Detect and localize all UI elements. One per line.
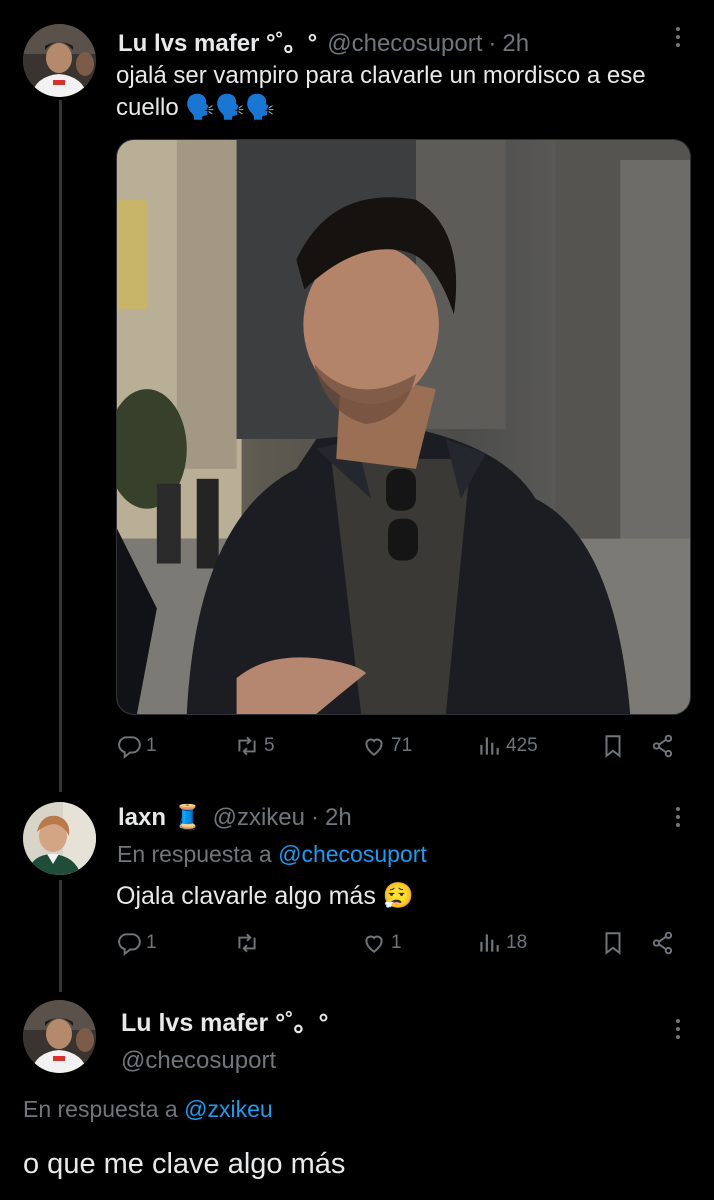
retweet-icon bbox=[238, 736, 256, 756]
tweet-actions: 1 1 18 bbox=[116, 930, 681, 960]
share-button[interactable] bbox=[650, 733, 676, 759]
like-icon bbox=[365, 738, 383, 756]
retweet-button[interactable]: 5 bbox=[234, 733, 275, 759]
display-name[interactable]: Lu lvs mafer °˚。° bbox=[118, 23, 317, 58]
share-icon bbox=[652, 931, 673, 955]
tweet-text: o que me clave algo más bbox=[23, 1148, 346, 1180]
views-icon bbox=[480, 737, 499, 755]
views-button[interactable]: 425 bbox=[476, 733, 538, 759]
reply-count: 1 bbox=[146, 735, 157, 756]
tweet-actions: 1 5 71 425 bbox=[116, 733, 681, 763]
reply-prefix: En respuesta a bbox=[23, 1096, 178, 1122]
timestamp[interactable]: 2h bbox=[325, 804, 352, 832]
reply-count: 1 bbox=[146, 932, 157, 953]
views-count: 425 bbox=[506, 735, 538, 756]
separator-dot: · bbox=[488, 30, 497, 57]
avatar[interactable] bbox=[23, 24, 96, 97]
like-count: 1 bbox=[391, 932, 402, 953]
author-block: Lu lvs mafer °˚。° @checosuport bbox=[121, 1003, 329, 1075]
avatar-image bbox=[23, 802, 96, 875]
reply-icon bbox=[118, 933, 141, 956]
bookmark-icon bbox=[605, 932, 621, 955]
more-icon[interactable] bbox=[668, 22, 688, 52]
avatar[interactable] bbox=[23, 802, 96, 875]
reply-context: En respuesta a @checosuport bbox=[117, 841, 427, 868]
avatar[interactable] bbox=[23, 1000, 96, 1073]
tweet-text: Ojala clavarle algo más 😮‍💨 bbox=[116, 882, 414, 910]
display-name[interactable]: Lu lvs mafer °˚。° bbox=[121, 1003, 329, 1039]
photo-image bbox=[117, 140, 690, 714]
like-button[interactable]: 71 bbox=[361, 733, 412, 759]
username[interactable]: @checosuport bbox=[327, 30, 482, 58]
like-button[interactable]: 1 bbox=[361, 930, 402, 956]
reply-icon bbox=[118, 736, 141, 759]
tweet-header: Lu lvs mafer °˚。° @checosuport · 2h bbox=[118, 23, 529, 58]
bookmark-button[interactable] bbox=[600, 733, 626, 759]
like-count: 71 bbox=[391, 735, 413, 756]
reply-to-link[interactable]: @zxikeu bbox=[184, 1096, 273, 1122]
more-icon[interactable] bbox=[668, 802, 688, 832]
thread-line bbox=[59, 880, 62, 992]
avatar-image bbox=[23, 1000, 96, 1073]
like-icon bbox=[365, 935, 383, 953]
username[interactable]: @zxikeu bbox=[213, 804, 305, 832]
retweet-icon bbox=[238, 933, 256, 953]
reply-prefix: En respuesta a bbox=[117, 841, 272, 867]
retweet-count: 5 bbox=[264, 735, 275, 756]
views-count: 18 bbox=[506, 932, 528, 953]
username[interactable]: @checosuport bbox=[121, 1047, 329, 1075]
separator-dot: · bbox=[310, 804, 319, 831]
tweet-header: laxn 🧵 @zxikeu · 2h bbox=[118, 803, 352, 832]
tweet-text: ojalá ser vampiro para clavarle un mordi… bbox=[116, 62, 646, 121]
timestamp[interactable]: 2h bbox=[502, 30, 529, 58]
display-name[interactable]: laxn 🧵 bbox=[118, 803, 203, 832]
reply-button[interactable]: 1 bbox=[116, 733, 157, 759]
reply-to-link[interactable]: @checosuport bbox=[278, 841, 427, 867]
avatar-image bbox=[23, 24, 96, 97]
thread-line bbox=[59, 100, 62, 792]
views-button[interactable]: 18 bbox=[476, 930, 527, 956]
tweet-photo[interactable] bbox=[116, 139, 691, 715]
views-icon bbox=[480, 934, 499, 952]
retweet-button[interactable] bbox=[234, 930, 264, 956]
bookmark-button[interactable] bbox=[600, 930, 626, 956]
more-icon[interactable] bbox=[668, 1014, 688, 1044]
share-icon bbox=[652, 734, 673, 758]
reply-context: En respuesta a @zxikeu bbox=[23, 1096, 273, 1123]
reply-button[interactable]: 1 bbox=[116, 930, 157, 956]
share-button[interactable] bbox=[650, 930, 676, 956]
bookmark-icon bbox=[605, 735, 621, 758]
